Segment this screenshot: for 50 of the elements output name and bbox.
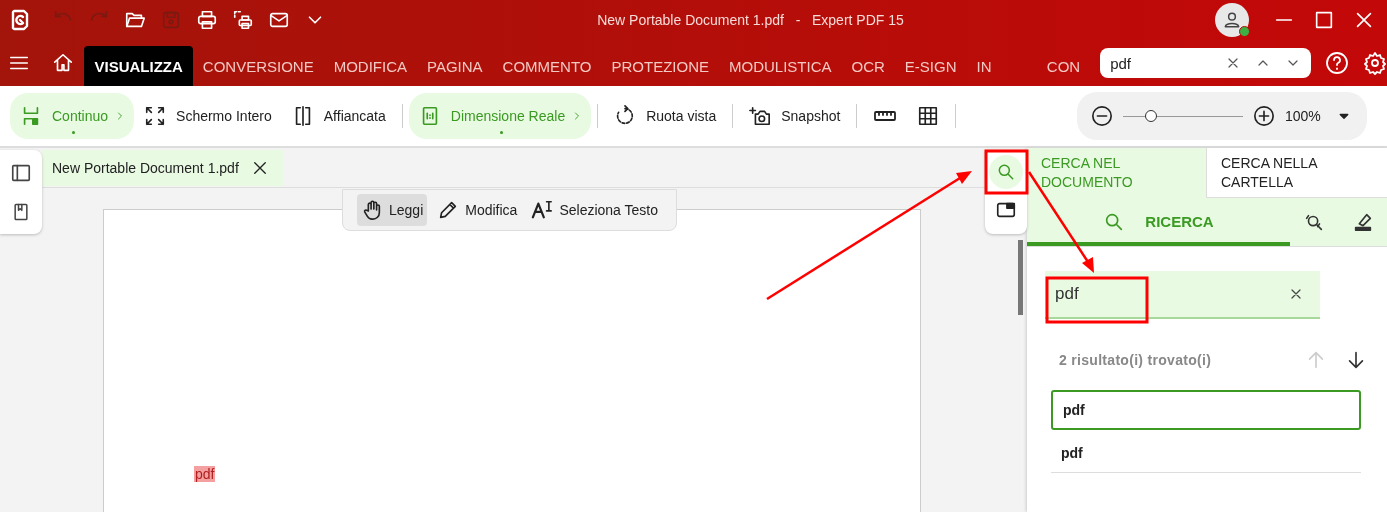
search-input[interactable]: pdf — [1045, 271, 1320, 319]
fullscreen-icon — [144, 105, 167, 127]
search-icon — [996, 162, 1016, 182]
menu-tab[interactable]: MODULISTICA — [719, 46, 842, 86]
text-cursor-icon — [531, 199, 554, 221]
panel-tab[interactable]: CERCA NELLA CARTELLA — [1206, 148, 1387, 198]
grid-icon — [917, 105, 940, 127]
toolbar-button[interactable]: Snapshot — [739, 93, 851, 139]
sidebar-icon[interactable] — [10, 162, 32, 184]
toolbar-button[interactable]: Schermo Intero — [134, 93, 282, 139]
result-item[interactable]: pdf — [1051, 433, 1361, 473]
search-highlight: pdf — [194, 466, 216, 482]
zoom-out-icon[interactable] — [1091, 105, 1113, 127]
menu-tab[interactable]: IN — [966, 46, 1002, 86]
window-title: New Portable Document 1.pdf - Expert PDF 15 — [596, 12, 905, 28]
toolbar-button[interactable]: Ruota vista — [604, 93, 727, 139]
mode-button[interactable]: Leggi — [357, 194, 428, 226]
toolbar-button[interactable]: Affiancata — [281, 93, 396, 139]
result-item[interactable]: pdf — [1051, 390, 1361, 430]
maximize-icon[interactable] — [1313, 9, 1335, 31]
menu-tab[interactable]: MODIFICA — [323, 46, 417, 86]
zoom-in-icon[interactable] — [1253, 105, 1275, 127]
search-button[interactable] — [989, 155, 1023, 189]
hand-icon — [361, 199, 383, 221]
document-tab[interactable]: New Portable Document 1.pdf — [42, 150, 283, 186]
mode-button[interactable]: Modifica — [433, 194, 522, 226]
scrollbar[interactable] — [1018, 240, 1023, 315]
settings-icon[interactable] — [1363, 51, 1387, 75]
menu-tab[interactable]: PAGINA — [417, 46, 493, 86]
printer-icon[interactable] — [232, 9, 254, 31]
camera-icon — [749, 105, 772, 127]
mode-button[interactable]: Seleziona Testo — [527, 194, 662, 226]
menu-tab[interactable]: COMMENTO — [492, 46, 602, 86]
menu-tab[interactable]: E-SIGN — [894, 46, 967, 86]
menu-tab[interactable]: VISUALIZZA — [84, 46, 193, 86]
slider-thumb[interactable] — [1144, 109, 1157, 122]
printer-icon[interactable] — [196, 9, 218, 31]
menu-tab[interactable]: CONVERSIONE — [192, 46, 324, 86]
home-icon[interactable] — [52, 52, 75, 74]
help-icon[interactable] — [1325, 51, 1349, 75]
menu-tab[interactable]: OCR — [841, 46, 895, 86]
menu-tab[interactable]: CON — [1036, 46, 1091, 86]
person-icon — [1222, 10, 1242, 30]
annotation-frame — [984, 149, 1029, 195]
bookmark-icon[interactable] — [11, 202, 31, 222]
result-count: 2 risultato(i) trovato(i) — [1059, 352, 1213, 368]
menu-tab[interactable]: PROTEZIONE — [601, 46, 719, 86]
user-avatar[interactable] — [1215, 3, 1249, 37]
search-field[interactable]: pdf — [1100, 48, 1311, 78]
zoom-value: 100% — [1285, 108, 1322, 124]
